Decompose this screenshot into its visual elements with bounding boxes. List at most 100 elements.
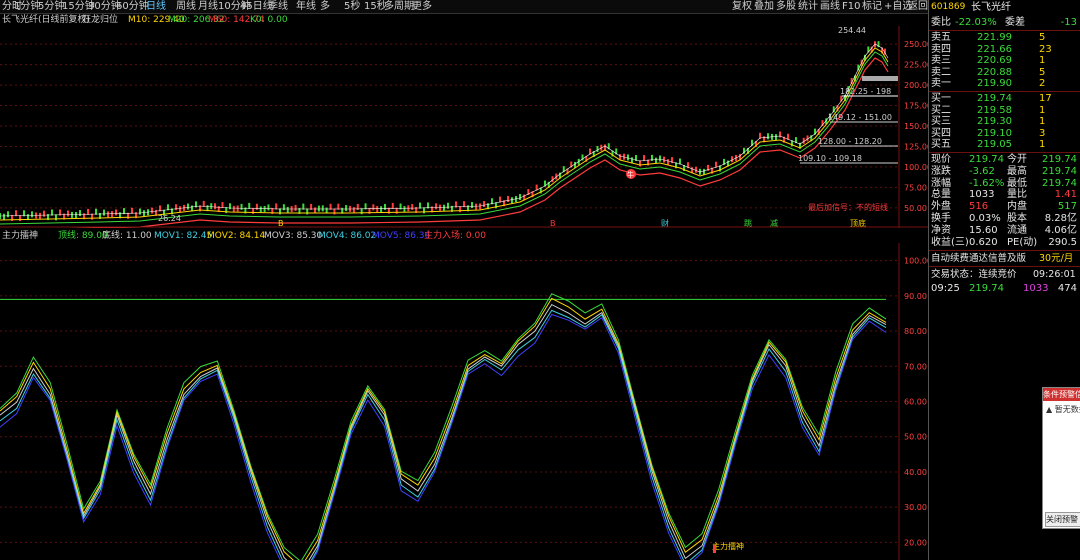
warning-title[interactable]: 条件预警信息	[1043, 388, 1080, 401]
period-tab-13[interactable]: 多	[320, 0, 330, 13]
stat-label-right: 今开	[1007, 154, 1027, 165]
indicator-axis-label: 20.00	[904, 538, 927, 547]
candle	[75, 211, 77, 218]
candle	[179, 206, 181, 213]
indicator-axis-label: 50.00	[904, 433, 927, 442]
candle	[519, 193, 521, 200]
indicator-name[interactable]: 狂龙归位	[82, 14, 118, 26]
candle	[475, 203, 477, 210]
promo-text[interactable]: 自动续费通达信普及版	[931, 253, 1026, 265]
stat-value: 15.60	[969, 224, 998, 236]
period-tab-2[interactable]: 5分钟	[38, 0, 64, 13]
toolbar-button-1[interactable]: 叠加	[754, 0, 774, 13]
indicator-chart[interactable]: 100.00 90.00 80.00 70.00 60.00 50.00 40.00 30.0…	[0, 243, 928, 560]
candle	[345, 205, 348, 212]
ma-line	[0, 43, 889, 217]
indicator-axis-label: 70.00	[904, 362, 927, 371]
price-chart[interactable]: 250.00 225.00 200.00 175.00 150.00 125.00 100.…	[0, 26, 928, 228]
indicator-axis-label: 80.00	[904, 327, 927, 336]
bid-label: 买一	[931, 93, 951, 104]
stat-label-right: 最高	[1007, 165, 1027, 177]
candle	[175, 204, 177, 211]
stat-row: 换手 0.03% 股本 8.28亿	[929, 213, 1080, 225]
stat-row: 涨幅 -1.62% 最低 219.74	[929, 178, 1080, 190]
period-tab-1[interactable]: 1分钟	[14, 0, 40, 13]
stat-label: 总量	[931, 189, 951, 201]
candle	[229, 203, 231, 210]
candle	[507, 195, 509, 202]
price-axis-label: 250.00	[904, 40, 928, 49]
toolbar-button-8[interactable]: 返回	[908, 0, 928, 13]
candle	[267, 204, 270, 211]
price-axis-label: 150.00	[904, 122, 928, 131]
bid-price: 219.30	[977, 116, 1012, 127]
period-tab-7[interactable]: 周线	[176, 0, 196, 13]
candle	[232, 205, 235, 212]
ask-label: 卖二	[931, 66, 951, 78]
stat-label: 现价	[931, 154, 951, 165]
close-warning-button[interactable]: 关闭预警	[1045, 512, 1080, 527]
tick-price: 219.74	[969, 283, 1004, 294]
candle	[380, 206, 383, 213]
period-tab-17[interactable]: 更多	[412, 0, 432, 13]
period-tab-8[interactable]: 月线	[198, 0, 218, 13]
stat-label-right: 量比	[1007, 189, 1027, 201]
low-price-label: 26.24	[158, 214, 181, 223]
candle	[596, 145, 599, 152]
stat-value-right: 517	[1057, 201, 1077, 213]
stat-value: -3.62	[969, 165, 995, 177]
period-tab-6[interactable]: 日线	[146, 0, 166, 13]
high-price-label: 254.44	[838, 26, 866, 35]
signal-note: 最后加信号：不的短线	[808, 202, 888, 212]
candle	[127, 212, 129, 219]
price-axis-label: 175.00	[904, 102, 928, 111]
candle	[71, 211, 73, 218]
period-tab-16[interactable]: 多周期	[384, 0, 414, 13]
bid-row: 买四 219.10 3	[929, 128, 1080, 140]
ask-volume: 1	[1039, 55, 1046, 66]
bid-label: 买二	[931, 104, 951, 116]
candle	[91, 213, 93, 220]
bid-price: 219.58	[977, 104, 1012, 116]
toolbar-button-6[interactable]: 标记	[862, 0, 882, 13]
candle	[360, 208, 363, 215]
candle	[240, 203, 243, 210]
candle	[31, 211, 33, 218]
bid-label: 买四	[931, 127, 951, 139]
oscillator-line	[0, 293, 887, 560]
candle	[55, 214, 57, 221]
toolbar-button-2[interactable]: 多股	[776, 0, 796, 13]
toolbar-button-3[interactable]: 统计	[798, 0, 818, 13]
candle	[115, 209, 117, 216]
candle	[667, 159, 669, 166]
candle	[364, 203, 367, 210]
stat-label-right: 最低	[1007, 177, 1027, 189]
candle	[107, 211, 109, 218]
warning-item[interactable]: ▲ 暂无数据	[1046, 404, 1080, 415]
stock-name: 长飞光纤	[971, 2, 1011, 13]
ask-row: 卖五 221.99 5	[929, 32, 1080, 44]
candle	[779, 131, 781, 138]
period-tab-14[interactable]: 5秒	[344, 0, 360, 13]
stat-row: 净资 15.60 流通 4.06亿	[929, 225, 1080, 237]
candle	[511, 197, 513, 204]
stat-value-right: 4.06亿	[1044, 224, 1077, 236]
stock-code: 601869	[931, 2, 966, 12]
candle	[376, 206, 379, 213]
period-tab-11[interactable]: 季线	[268, 0, 288, 13]
toolbar-button-5[interactable]: F10	[842, 0, 860, 13]
candle	[627, 154, 629, 161]
indicator-axis-label: 30.00	[904, 503, 927, 512]
toolbar-button-0[interactable]: 复权	[732, 0, 752, 13]
stat-label: 净资	[931, 224, 951, 236]
indicator-label-3: MOV2: 84.14	[207, 231, 266, 241]
candle	[435, 203, 437, 210]
indicator-panel-name[interactable]: 主力擂神	[2, 230, 38, 242]
period-tab-12[interactable]: 年线	[296, 0, 316, 13]
indicator-label-0: 顶线: 89.00	[58, 231, 108, 241]
toolbar-button-4[interactable]: 画线	[820, 0, 840, 13]
ask-price: 220.69	[977, 55, 1012, 66]
candle	[43, 210, 45, 217]
promo-price[interactable]: 30元/月	[1039, 253, 1073, 265]
period-tab-5[interactable]: 60分钟	[116, 0, 149, 13]
